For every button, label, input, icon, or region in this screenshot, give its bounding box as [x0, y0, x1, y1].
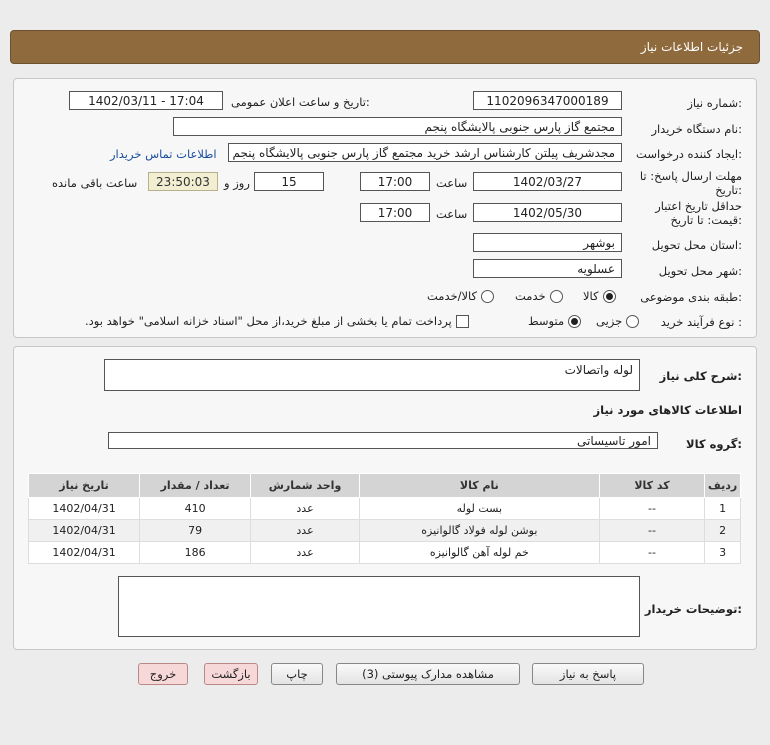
goods-group-field: امور تاسیساتی	[108, 432, 658, 449]
reply-deadline-label-line2: تاریخ:	[715, 183, 742, 197]
cell-unit: عدد	[250, 519, 360, 542]
cell-item-name: خم لوله آهن گالوانیزه	[358, 541, 600, 564]
cell-unit: عدد	[250, 541, 360, 564]
cell-need-date: 1402/04/31	[27, 519, 141, 542]
buyer-contact-link[interactable]: اطلاعات تماس خریدار	[110, 147, 217, 161]
category-goods-label: کالا	[583, 289, 599, 303]
buyer-notes-field	[118, 576, 640, 637]
col-quantity: تعداد / مقدار	[139, 473, 252, 498]
requester-field: مجدشریف پیلتن کارشناس ارشد خرید مجتمع گا…	[228, 143, 622, 162]
city-field: عسلویه	[473, 259, 622, 278]
table-row: 1 -- بست لوله عدد 410 1402/04/31	[27, 497, 741, 520]
countdown-field: 23:50:03	[148, 172, 218, 191]
category-option-service[interactable]: خدمت	[515, 289, 563, 303]
cell-item-code: --	[598, 497, 706, 520]
col-item-code: کد کالا	[598, 473, 706, 498]
process-option-medium[interactable]: متوسط	[528, 314, 582, 328]
back-button[interactable]: بازگشت	[204, 663, 258, 685]
cell-quantity: 410	[139, 497, 252, 520]
city-label: شهر محل تحویل:	[658, 264, 742, 278]
validity-date-field: 1402/05/30	[473, 203, 622, 222]
category-service-label: خدمت	[515, 289, 546, 303]
col-unit: واحد شمارش	[250, 473, 360, 498]
cell-row-number: 1	[704, 497, 741, 520]
table-row: 2 -- بوشن لوله فولاد گالوانیزه عدد 79 14…	[27, 519, 741, 542]
cell-item-code: --	[598, 519, 706, 542]
reply-time-label: ساعت	[436, 176, 468, 190]
announce-datetime-label: تاریخ و ساعت اعلان عمومی:	[231, 95, 370, 109]
announce-datetime-field: 1402/03/11 - 17:04	[69, 91, 223, 110]
cell-need-date: 1402/04/31	[27, 497, 141, 520]
process-option-minor[interactable]: جزیی	[596, 314, 640, 328]
cell-quantity: 79	[139, 519, 252, 542]
cell-item-name: بوشن لوله فولاد گالوانیزه	[358, 519, 600, 542]
days-and-label: روز و	[224, 176, 250, 190]
need-number-field: 1102096347000189	[473, 91, 622, 110]
reply-date-field: 1402/03/27	[473, 172, 622, 191]
description-label: شرح کلی نیاز:	[659, 369, 742, 383]
buyer-org-field: مجتمع گاز پارس جنوبی پالایشگاه پنجم	[173, 117, 622, 136]
attachments-button[interactable]: مشاهده مدارک پیوستی (3)	[336, 663, 520, 685]
table-row: 3 -- خم لوله آهن گالوانیزه عدد 186 1402/…	[27, 541, 741, 564]
remaining-label: ساعت باقی مانده	[52, 176, 138, 190]
province-field: بوشهر	[473, 233, 622, 252]
validity-time-field: 17:00	[360, 203, 430, 222]
process-minor-label: جزیی	[596, 314, 623, 328]
category-option-both[interactable]: کالا/خدمت	[427, 289, 495, 303]
reply-button[interactable]: پاسخ به نیاز	[532, 663, 644, 685]
description-field: لوله واتصالات	[104, 359, 640, 391]
page-header: جزئیات اطلاعات نیاز	[10, 30, 760, 64]
process-medium-label: متوسط	[528, 314, 565, 328]
payment-checkbox[interactable]	[455, 314, 469, 328]
days-remaining-field: 15	[254, 172, 324, 191]
validity-time-label: ساعت	[436, 207, 468, 221]
col-row-number: ردیف	[704, 473, 741, 498]
validity-label: حداقل تاریخ اعتبار قیمت: تا تاریخ:	[655, 199, 742, 227]
category-service-radio[interactable]	[549, 289, 563, 303]
category-label: طبقه بندی موضوعی:	[640, 290, 742, 304]
process-medium-radio[interactable]	[568, 314, 582, 328]
col-need-date: تاریخ نیاز	[27, 473, 141, 498]
page-title: جزئیات اطلاعات نیاز	[640, 40, 743, 54]
items-table: ردیف کد کالا نام کالا واحد شمارش تعداد /…	[27, 473, 741, 564]
category-both-label: کالا/خدمت	[427, 289, 478, 303]
category-goods-radio[interactable]	[602, 289, 616, 303]
cell-item-name: بست لوله	[358, 497, 600, 520]
validity-label-line2: قیمت: تا تاریخ:	[670, 213, 742, 227]
cell-row-number: 2	[704, 519, 741, 542]
requester-label: ایجاد کننده درخواست:	[636, 147, 742, 161]
goods-group-label: گروه کالا:	[686, 437, 742, 451]
reply-deadline-label: مهلت ارسال پاسخ: تا تاریخ:	[640, 169, 742, 197]
print-button[interactable]: چاپ	[271, 663, 323, 685]
exit-button[interactable]: خروج	[138, 663, 188, 685]
col-item-name: نام کالا	[358, 473, 600, 498]
cell-unit: عدد	[250, 497, 360, 520]
reply-time-field: 17:00	[360, 172, 430, 191]
province-label: استان محل تحویل:	[651, 238, 742, 252]
category-both-radio[interactable]	[481, 289, 495, 303]
table-header-row: ردیف کد کالا نام کالا واحد شمارش تعداد /…	[27, 473, 741, 498]
payment-note: پرداخت تمام یا بخشی از مبلغ خرید،از محل …	[85, 314, 452, 328]
category-option-goods[interactable]: کالا	[583, 289, 616, 303]
need-number-label: شماره نیاز:	[687, 96, 742, 110]
goods-info-heading: اطلاعات کالاهای مورد نیاز	[593, 403, 742, 417]
payment-option[interactable]: پرداخت تمام یا بخشی از مبلغ خرید،از محل …	[85, 314, 469, 328]
cell-item-code: --	[598, 541, 706, 564]
reply-deadline-label-line1: مهلت ارسال پاسخ: تا	[639, 169, 742, 183]
buyer-org-label: نام دستگاه خریدار:	[651, 122, 742, 136]
cell-need-date: 1402/04/31	[27, 541, 141, 564]
cell-quantity: 186	[139, 541, 252, 564]
validity-label-line1: حداقل تاریخ اعتبار	[655, 199, 742, 213]
process-minor-radio[interactable]	[626, 314, 640, 328]
cell-row-number: 3	[704, 541, 741, 564]
buyer-notes-label: توضیحات خریدار:	[644, 602, 742, 616]
process-label: نوع فرآیند خرید :	[660, 315, 742, 329]
